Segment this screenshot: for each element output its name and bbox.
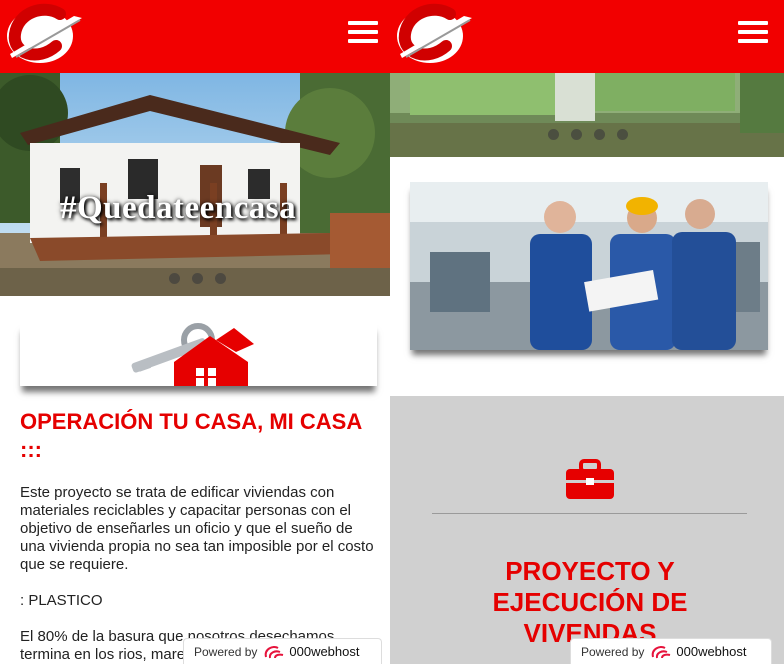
webhost-brand: 000webhost (676, 644, 747, 659)
left-mobile-view: #Quedateencasa OPERACIÓN TU CASA, MI CAS… (0, 0, 390, 664)
project-description: Este proyecto se trata de edificar vivie… (20, 484, 374, 573)
material-label: : PLASTICO (20, 592, 103, 609)
brand-c-logo-icon[interactable] (394, 2, 474, 66)
keys-image-card (20, 322, 377, 386)
brand-c-logo-icon[interactable] (4, 2, 84, 66)
carousel-indicators (548, 129, 628, 140)
powered-label: Powered by (194, 644, 258, 659)
section-divider (432, 513, 747, 514)
powered-by-badge[interactable]: Powered by 000webhost (183, 638, 382, 664)
house-keys-icon (131, 323, 254, 386)
hero-hashtag: #Quedateencasa (60, 190, 297, 226)
project-title: PROYECTO Y EJECUCIÓN DE VIVENDAS (492, 556, 688, 648)
workers-photo (410, 182, 768, 350)
hamburger-menu-icon[interactable] (348, 21, 378, 43)
right-mobile-view: PROYECTO Y EJECUCIÓN DE VIVENDAS Powered… (390, 0, 784, 664)
carousel-dot[interactable] (548, 129, 559, 140)
carousel-indicators (169, 273, 226, 284)
top-navbar (390, 0, 784, 73)
top-navbar (0, 0, 390, 73)
hero-carousel[interactable]: #Quedateencasa (0, 73, 390, 296)
workers-image (410, 182, 768, 350)
operation-title: OPERACIÓN TU CASA, MI CASA ::: (20, 409, 362, 462)
cabin-photo (390, 73, 784, 157)
powered-by-badge[interactable]: Powered by 000webhost (570, 638, 772, 664)
webhost-brand: 000webhost (289, 644, 360, 659)
powered-label: Powered by (581, 644, 645, 659)
toolbox-icon (566, 459, 614, 499)
hamburger-menu-icon[interactable] (738, 21, 768, 43)
hero-carousel[interactable] (390, 73, 784, 157)
carousel-dot[interactable] (169, 273, 180, 284)
webhost-logo-icon (652, 645, 671, 658)
carousel-dot[interactable] (215, 273, 226, 284)
carousel-dot[interactable] (594, 129, 605, 140)
house-photo (0, 73, 390, 296)
carousel-dot[interactable] (571, 129, 582, 140)
carousel-dot[interactable] (617, 129, 628, 140)
carousel-dot[interactable] (192, 273, 203, 284)
webhost-logo-icon (265, 645, 284, 658)
